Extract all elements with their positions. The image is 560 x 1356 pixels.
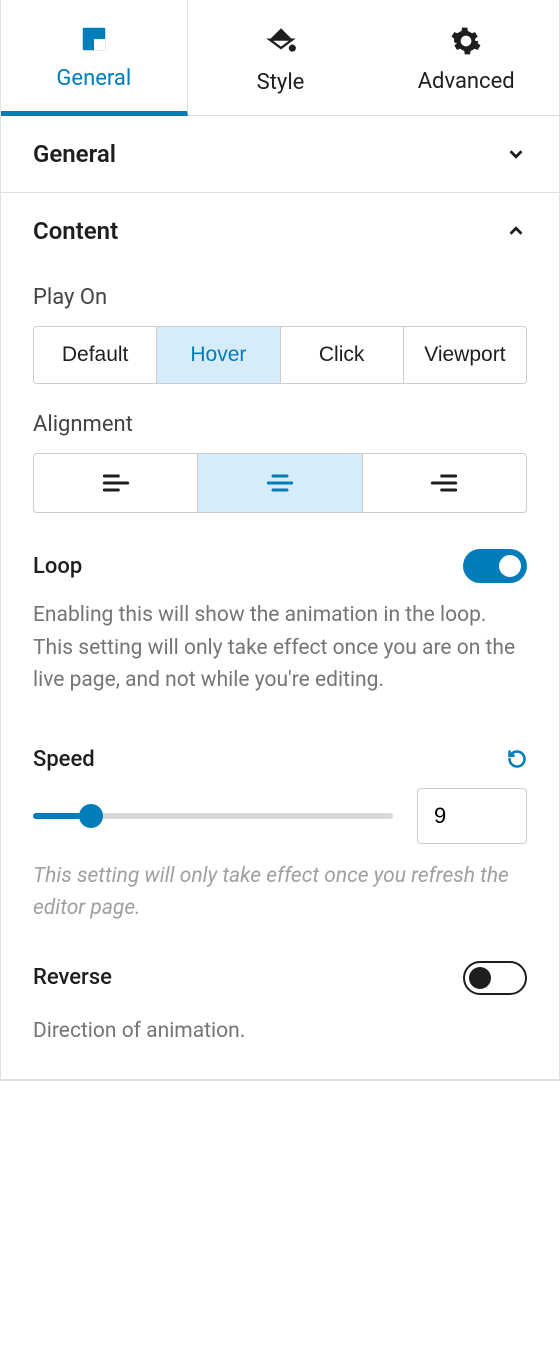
tab-general[interactable]: General	[1, 0, 188, 116]
paint-icon	[264, 24, 298, 58]
loop-help: Enabling this will show the animation in…	[33, 599, 527, 697]
alignment-label: Alignment	[33, 412, 527, 437]
chevron-down-icon	[505, 143, 527, 165]
play-on-hover[interactable]: Hover	[157, 327, 280, 383]
section-general-title: General	[33, 140, 116, 168]
align-right-icon	[430, 472, 458, 494]
gear-icon	[450, 25, 482, 57]
section-content-header[interactable]: Content	[1, 193, 559, 269]
reverse-toggle[interactable]	[463, 961, 527, 995]
play-on-click[interactable]: Click	[281, 327, 404, 383]
tab-advanced[interactable]: Advanced	[373, 0, 559, 115]
play-on-label: Play On	[33, 285, 527, 310]
reverse-help: Direction of animation.	[33, 1015, 527, 1048]
reset-icon[interactable]	[507, 749, 527, 769]
section-general-header[interactable]: General	[1, 116, 559, 192]
tab-style-label: Style	[257, 70, 305, 95]
speed-slider[interactable]	[33, 804, 393, 828]
loop-label: Loop	[33, 554, 82, 579]
tab-bar: General Style Advanced	[1, 0, 559, 116]
align-right-button[interactable]	[363, 454, 526, 512]
alignment-group	[33, 453, 527, 513]
align-center-button[interactable]	[198, 454, 362, 512]
align-left-icon	[102, 472, 130, 494]
chevron-up-icon	[505, 220, 527, 242]
tab-advanced-label: Advanced	[418, 69, 515, 94]
section-content-title: Content	[33, 217, 118, 245]
tab-general-label: General	[56, 66, 131, 91]
speed-input[interactable]	[417, 788, 527, 844]
reverse-label: Reverse	[33, 965, 112, 990]
align-left-button[interactable]	[34, 454, 198, 512]
play-on-group: Default Hover Click Viewport	[33, 326, 527, 384]
speed-label: Speed	[33, 747, 95, 772]
speed-help: This setting will only take effect once …	[33, 860, 527, 925]
play-on-viewport[interactable]: Viewport	[404, 327, 526, 383]
tab-style[interactable]: Style	[188, 0, 374, 115]
layout-icon	[79, 24, 109, 54]
loop-toggle[interactable]	[463, 549, 527, 583]
align-center-icon	[266, 472, 294, 494]
play-on-default[interactable]: Default	[34, 327, 157, 383]
